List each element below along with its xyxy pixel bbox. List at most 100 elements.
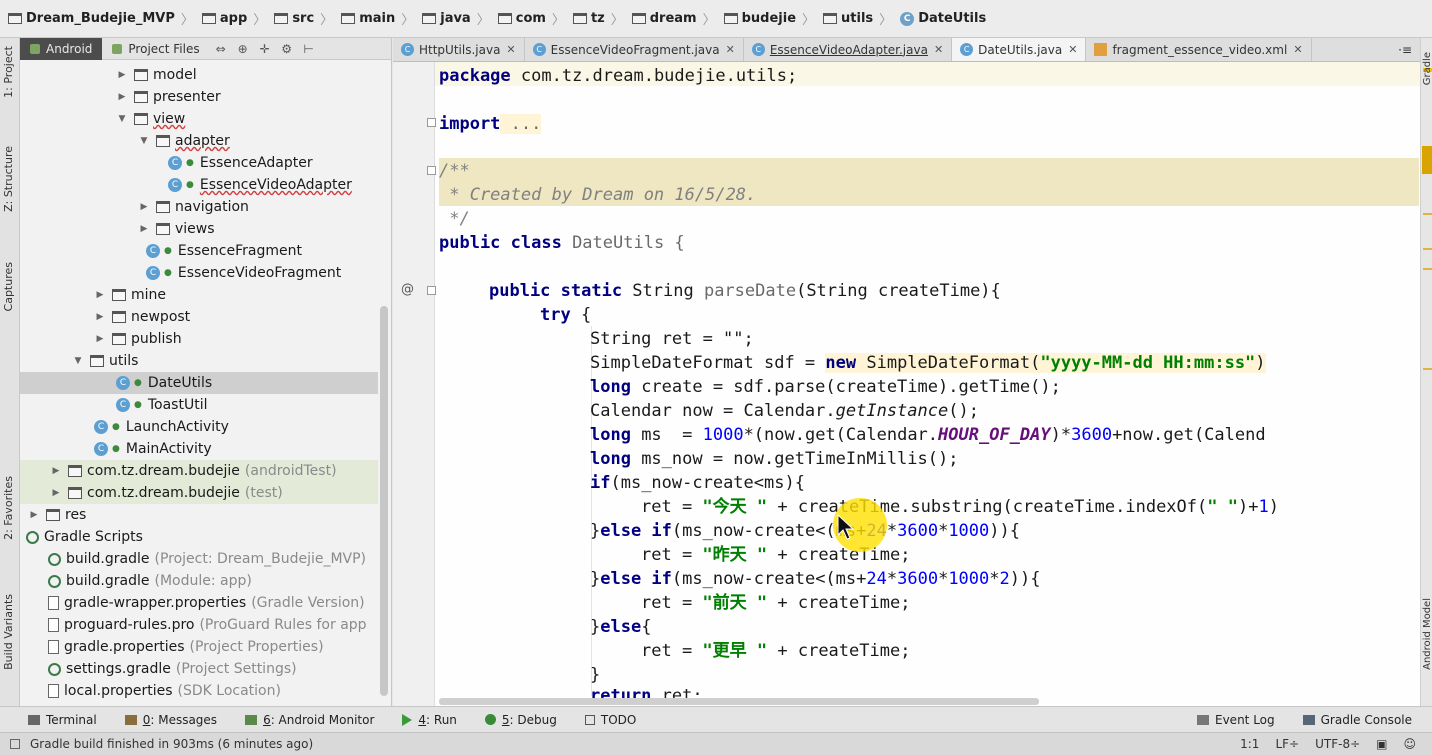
tab-essence-video-fragment[interactable]: C EssenceVideoFragment.java ✕	[525, 38, 744, 61]
inspection-icon[interactable]: ☺	[1403, 737, 1416, 751]
build-variants-tool-tab[interactable]: Build Variants	[2, 594, 15, 670]
debug-button[interactable]: 5: Debug	[484, 713, 557, 727]
tree-item-gradle-properties[interactable]: gradle.properties (Project Properties)	[20, 636, 378, 658]
file-encoding[interactable]: UTF-8÷	[1315, 737, 1360, 751]
sync-icon[interactable]: ⊕	[237, 43, 249, 55]
tree-item-views[interactable]: ▶ views	[20, 218, 378, 240]
hide-panel-icon[interactable]: ⊢	[303, 43, 315, 55]
tree-item-local-properties[interactable]: local.properties (SDK Location)	[20, 680, 378, 702]
code-editor[interactable]: @ package com.tz.dream.budejie.utils; im…	[393, 62, 1420, 706]
tree-item-utils[interactable]: ▼ utils	[20, 350, 378, 372]
tree-item-test-package[interactable]: ▶ com.tz.dream.budejie (test)	[20, 482, 378, 504]
expand-arrow-icon[interactable]: ▶	[94, 312, 106, 322]
tree-item-build-gradle-project[interactable]: build.gradle (Project: Dream_Budejie_MVP)	[20, 548, 378, 570]
tab-overflow-button[interactable]: ·≡	[1390, 38, 1420, 61]
read-only-lock-icon[interactable]: ▣	[1376, 737, 1387, 751]
switch-view-icon[interactable]: ⇔	[215, 43, 227, 55]
gear-icon[interactable]: ⚙	[281, 43, 293, 55]
todo-button[interactable]: TODO	[584, 713, 636, 727]
tab-date-utils[interactable]: C DateUtils.java ✕	[952, 38, 1087, 61]
breadcrumb-item[interactable]: C DateUtils	[896, 11, 990, 26]
tree-item-gradle-wrapper[interactable]: gradle-wrapper.properties (Gradle Version…	[20, 592, 378, 614]
tree-item-build-gradle-module[interactable]: build.gradle (Module: app)	[20, 570, 378, 592]
breadcrumb-item[interactable]: com 〉	[494, 9, 569, 28]
tree-item-android-test-package[interactable]: ▶ com.tz.dream.budejie (androidTest)	[20, 460, 378, 482]
tab-essence-video-adapter[interactable]: C EssenceVideoAdapter.java ✕	[744, 38, 953, 61]
messages-button[interactable]: 0: Messages	[124, 713, 217, 727]
android-model-tool-tab[interactable]: Android Model	[1422, 598, 1432, 670]
tree-item-presenter[interactable]: ▶ presenter	[20, 86, 378, 108]
tree-item-essence-adapter[interactable]: C ● EssenceAdapter	[20, 152, 378, 174]
tree-item-mine[interactable]: ▶ mine	[20, 284, 378, 306]
breadcrumb-item[interactable]: Dream_Budejie_MVP 〉	[4, 9, 198, 28]
collapse-arrow-icon[interactable]: ▼	[116, 114, 128, 124]
expand-arrow-icon[interactable]: ▶	[116, 92, 128, 102]
tree-item-publish[interactable]: ▶ publish	[20, 328, 378, 350]
terminal-button[interactable]: Terminal	[28, 713, 97, 727]
tree-item-toast-util[interactable]: C ● ToastUtil	[20, 394, 378, 416]
run-button[interactable]: 4: Run	[402, 713, 457, 727]
tree-item-essence-video-fragment[interactable]: C ● EssenceVideoFragment	[20, 262, 378, 284]
tree-item-gradle-scripts[interactable]: Gradle Scripts	[20, 526, 378, 548]
event-log-button[interactable]: Event Log	[1197, 713, 1275, 727]
project-tool-tab[interactable]: 1: Project	[2, 46, 15, 98]
cursor-position[interactable]: 1:1	[1240, 737, 1259, 751]
tree-item-date-utils[interactable]: C ● DateUtils	[20, 372, 378, 394]
close-icon[interactable]: ✕	[934, 43, 943, 56]
expand-arrow-icon[interactable]: ▶	[138, 224, 150, 234]
expand-arrow-icon[interactable]: ▶	[94, 290, 106, 300]
error-stripe-marker[interactable]	[1422, 146, 1432, 174]
breadcrumb-item[interactable]: budejie 〉	[720, 9, 819, 28]
expand-arrow-icon[interactable]: ▶	[138, 202, 150, 212]
close-icon[interactable]: ✕	[1068, 43, 1077, 56]
expand-arrow-icon[interactable]: ▶	[50, 488, 62, 498]
breadcrumb-item[interactable]: app 〉	[198, 9, 270, 28]
project-files-tab[interactable]: Project Files	[102, 38, 209, 60]
collapse-arrow-icon[interactable]: ▼	[72, 356, 84, 366]
android-monitor-button[interactable]: 6: Android Monitor	[245, 713, 374, 727]
favorites-tool-tab[interactable]: 2: Favorites	[2, 476, 15, 540]
tree-item-launch-activity[interactable]: C ● LaunchActivity	[20, 416, 378, 438]
tree-item-main-activity[interactable]: C ● MainActivity	[20, 438, 378, 460]
expand-arrow-icon[interactable]: ▶	[116, 70, 128, 80]
scroll-from-source-icon[interactable]: ✛	[259, 43, 271, 55]
tree-item-proguard[interactable]: proguard-rules.pro (ProGuard Rules for ap…	[20, 614, 378, 636]
close-icon[interactable]: ✕	[726, 43, 735, 56]
status-toggle-icon[interactable]	[10, 739, 20, 749]
collapse-arrow-icon[interactable]: ▼	[138, 136, 150, 146]
expand-arrow-icon[interactable]: ▶	[94, 334, 106, 344]
tree-item-navigation[interactable]: ▶ navigation	[20, 196, 378, 218]
gradle-tool-tab[interactable]: Gradle	[1422, 52, 1432, 85]
error-stripe-marker[interactable]	[1423, 368, 1432, 370]
project-tree-scrollbar[interactable]	[380, 306, 388, 696]
tree-item-settings-gradle[interactable]: settings.gradle (Project Settings)	[20, 658, 378, 680]
status-message[interactable]: Gradle build finished in 903ms (6 minute…	[30, 737, 313, 751]
breadcrumb-item[interactable]: main 〉	[337, 9, 418, 28]
tab-fragment-essence-video-xml[interactable]: fragment_essence_video.xml ✕	[1086, 38, 1312, 61]
expand-arrow-icon[interactable]: ▶	[28, 510, 40, 520]
android-view-tab[interactable]: Android	[20, 38, 103, 60]
override-annotation-icon[interactable]: @	[401, 282, 414, 297]
breadcrumb-item[interactable]: tz 〉	[569, 9, 628, 28]
line-separator[interactable]: LF÷	[1275, 737, 1299, 751]
breadcrumb-item[interactable]: java 〉	[418, 9, 494, 28]
tree-item-essence-fragment[interactable]: C ● EssenceFragment	[20, 240, 378, 262]
breadcrumb-item[interactable]: src 〉	[270, 9, 337, 28]
fold-marker-icon[interactable]	[427, 118, 436, 127]
breadcrumb-item[interactable]: dream 〉	[628, 9, 720, 28]
tree-item-newpost[interactable]: ▶ newpost	[20, 306, 378, 328]
gradle-console-button[interactable]: Gradle Console	[1302, 713, 1412, 727]
captures-tool-tab[interactable]: Captures	[2, 262, 15, 311]
tree-item-view[interactable]: ▼ view	[20, 108, 378, 130]
breadcrumb-item[interactable]: utils 〉	[819, 9, 896, 28]
fold-marker-icon[interactable]	[427, 166, 436, 175]
error-stripe-marker[interactable]	[1423, 248, 1432, 250]
tree-item-model[interactable]: ▶ model	[20, 64, 378, 86]
editor-horizontal-scrollbar[interactable]	[439, 698, 1039, 705]
expand-arrow-icon[interactable]: ▶	[50, 466, 62, 476]
tree-item-res[interactable]: ▶ res	[20, 504, 378, 526]
error-stripe-marker[interactable]	[1423, 268, 1432, 270]
editor-gutter[interactable]: @	[393, 62, 436, 706]
error-stripe-marker[interactable]	[1423, 213, 1432, 215]
close-icon[interactable]: ✕	[506, 43, 515, 56]
